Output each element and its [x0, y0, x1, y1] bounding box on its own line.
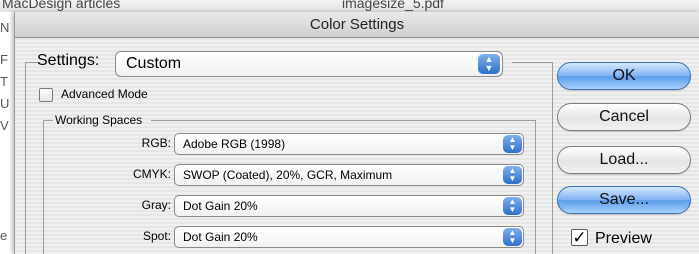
ok-button[interactable]: OK [557, 62, 691, 90]
background-glyph: F [0, 52, 8, 67]
rgb-value: Adobe RGB (1998) [183, 137, 286, 151]
background-glyph: U [0, 96, 10, 111]
cancel-button[interactable]: Cancel [557, 103, 691, 131]
advanced-mode-label: Advanced Mode [61, 87, 148, 101]
advanced-mode-checkbox[interactable] [39, 88, 53, 102]
spot-label: Spot: [142, 229, 171, 243]
cmyk-select[interactable]: SWOP (Coated), 20%, GCR, Maximum ▲ ▼ [174, 164, 524, 186]
rgb-label: RGB: [141, 136, 171, 150]
background-toolbar: MacDesign articles imagesize_5.pdf [0, 0, 699, 12]
dialog-titlebar[interactable]: Color Settings [15, 12, 699, 38]
cmyk-value: SWOP (Coated), 20%, GCR, Maximum [183, 168, 393, 182]
settings-frame-top-right [512, 62, 552, 63]
background-glyph: e [0, 228, 8, 243]
working-spaces-legend: Working Spaces [55, 113, 143, 127]
up-down-arrows-icon: ▲ ▼ [503, 166, 522, 184]
background-title-mid: imagesize_5.pdf [342, 0, 444, 11]
checkmark-icon: ✓ [572, 228, 587, 247]
save-button[interactable]: Save... [557, 186, 691, 214]
up-down-arrows-icon: ▲ ▼ [503, 228, 522, 246]
settings-value: Custom [126, 55, 182, 72]
preview-checkbox[interactable]: ✓ [571, 229, 588, 246]
up-down-arrows-icon: ▲ ▼ [503, 135, 522, 153]
background-title-left: MacDesign articles [2, 0, 121, 11]
background-glyph: N [0, 20, 10, 35]
cmyk-label: CMYK: [132, 167, 171, 181]
gray-label: Gray: [141, 198, 171, 212]
working-spaces-frame-right [535, 120, 536, 254]
up-down-arrows-icon: ▲ ▼ [478, 54, 500, 74]
spot-select[interactable]: Dot Gain 20% ▲ ▼ [174, 226, 524, 248]
working-spaces-frame-top-right [151, 120, 535, 121]
load-button[interactable]: Load... [557, 146, 691, 174]
background-glyph: V [0, 118, 9, 133]
gray-select[interactable]: Dot Gain 20% ▲ ▼ [174, 195, 524, 217]
preview-label: Preview [595, 230, 652, 247]
settings-label: Settings: [37, 52, 100, 69]
dialog-title: Color Settings [309, 16, 405, 33]
settings-frame-right [552, 62, 553, 254]
spot-value: Dot Gain 20% [183, 230, 258, 244]
settings-select[interactable]: Custom ▲ ▼ [115, 51, 503, 77]
rgb-select[interactable]: Adobe RGB (1998) ▲ ▼ [174, 133, 524, 155]
up-down-arrows-icon: ▲ ▼ [503, 197, 522, 215]
settings-frame-left [25, 62, 26, 254]
background-glyph: T [0, 74, 8, 89]
color-settings-dialog: Color Settings Settings: Custom ▲ ▼ Advan… [14, 12, 699, 254]
working-spaces-frame-left [43, 120, 44, 254]
gray-value: Dot Gain 20% [183, 199, 258, 213]
